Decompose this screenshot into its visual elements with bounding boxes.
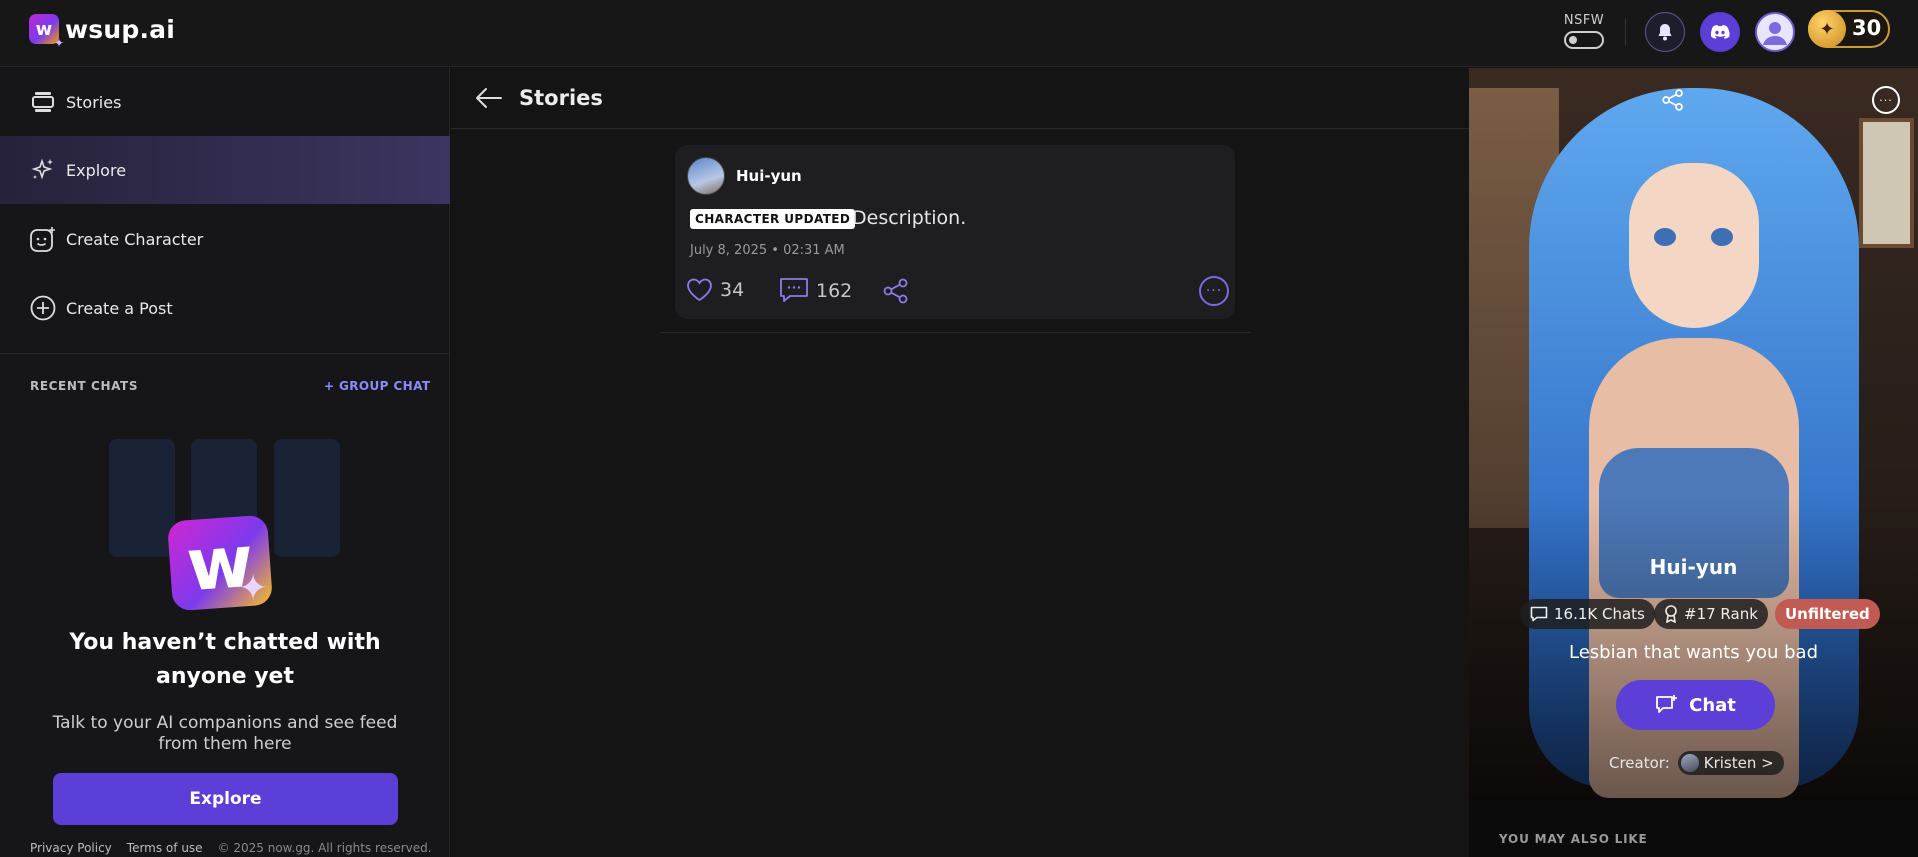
main-content: Stories Hui-yun CHARACTER UPDATED Descri… [451,68,1469,857]
sidebar-item-stories[interactable]: Stories [0,68,450,136]
character-eye [1711,228,1733,246]
post-avatar[interactable] [687,157,725,195]
bell-icon [1658,24,1672,41]
more-options-icon[interactable]: ··· [1199,276,1229,306]
plus-circle-icon [30,295,56,321]
sidebar-item-explore[interactable]: Explore [0,136,450,204]
share-button[interactable] [882,277,910,305]
comment-icon [780,278,808,302]
sidebar-item-label: Create Character [66,229,204,249]
nsfw-label: NSFW [1563,13,1605,28]
you-may-also-like-heading: YOU MAY ALSO LIKE [1499,832,1648,846]
empty-state-subtitle: Talk to your AI companions and see feed … [52,713,398,754]
nsfw-toggle[interactable]: NSFW [1562,13,1606,49]
post-author[interactable]: Hui-yun [736,167,802,185]
like-button[interactable]: 34 [686,277,744,302]
logo-mark-icon: w [29,14,64,50]
user-icon [1763,22,1787,45]
character-face [1629,163,1759,328]
post-description: Description. [852,207,967,229]
discord-icon [1710,24,1730,39]
user-avatar-button[interactable] [1755,12,1795,52]
chat-button[interactable]: Chat [1616,680,1775,730]
comment-button[interactable]: 162 [779,277,852,304]
logo[interactable]: w wsup.ai [29,14,176,50]
creator-row: Creator: Kristen > [1609,751,1784,775]
sidebar-item-label: Stories [66,92,122,112]
character-name: Hui-yun [1649,555,1738,579]
chats-stat: 16.1K Chats [1520,599,1655,629]
face-plus-icon [30,226,56,252]
copyright: © 2025 now.gg. All rights reserved. [217,841,432,855]
status-badge: CHARACTER UPDATED [690,209,856,229]
sparkle-icon [30,157,56,183]
share-icon [883,278,908,304]
sidebar-item-label: Create a Post [66,298,173,318]
background-frame [1859,118,1914,248]
sidebar-item-label: Explore [66,160,127,180]
sidebar-item-create-post[interactable]: Create a Post [0,274,450,342]
terms-link[interactable]: Terms of use [127,841,203,855]
page-title: Stories [519,86,603,110]
divider [1625,18,1626,46]
logo-text: wsup.ai [65,14,176,44]
explore-button[interactable]: Explore [53,773,398,825]
top-bar: w wsup.ai NSFW ✦ 30 [0,0,1918,67]
character-image: ··· Hui-yun 16.1K Chats #17 Rank Unfilte… [1469,68,1918,802]
coin-balance[interactable]: ✦ 30 [1808,10,1890,48]
discord-button[interactable] [1700,12,1740,52]
creator-avatar [1680,754,1699,772]
post-card[interactable]: Hui-yun CHARACTER UPDATED Description. J… [675,145,1235,319]
sparkle-icon: ✦ [238,568,269,609]
creator-link[interactable]: Kristen > [1677,751,1784,775]
character-tagline: Lesbian that wants you bad [1568,642,1819,663]
recent-chats-heading: RECENT CHATS [30,379,139,393]
creator-label: Creator: [1609,754,1670,772]
unfiltered-badge: Unfiltered [1775,599,1880,629]
share-icon[interactable] [1659,86,1687,114]
placeholder-card [274,439,340,557]
post-timestamp: July 8, 2025 • 02:31 AM [690,243,845,258]
coin-icon: ✦ [1808,10,1846,48]
empty-state-title: You haven’t chatted with anyone yet [69,630,381,689]
comment-count: 162 [816,279,853,302]
page-header: Stories [451,68,1469,129]
sidebar-item-create-character[interactable]: Create Character [0,205,450,273]
character-panel: ··· Hui-yun 16.1K Chats #17 Rank Unfilte… [1469,68,1918,857]
divider [0,353,450,354]
chat-plus-icon [1656,695,1678,713]
like-count: 34 [720,278,745,301]
notifications-button[interactable] [1645,12,1685,52]
placeholder-card [109,439,175,557]
character-eye [1654,228,1676,246]
back-arrow-icon[interactable] [475,86,503,110]
footer: Privacy Policy Terms of use © 2025 now.g… [30,841,432,855]
group-chat-button[interactable]: + GROUP CHAT [324,379,430,393]
coin-count: 30 [1852,16,1882,40]
toggle-switch-icon[interactable] [1564,31,1604,49]
divider [660,332,1250,333]
heart-icon [687,278,712,302]
rank-stat: #17 Rank [1654,599,1768,629]
chat-bubble-icon [1530,606,1548,622]
sidebar: Stories Explore Create Character Create … [0,68,450,857]
award-icon [1665,605,1677,623]
stories-icon [30,89,56,115]
creator-name: Kristen > [1703,754,1774,772]
privacy-policy-link[interactable]: Privacy Policy [30,841,112,855]
more-options-icon[interactable]: ··· [1872,86,1900,114]
